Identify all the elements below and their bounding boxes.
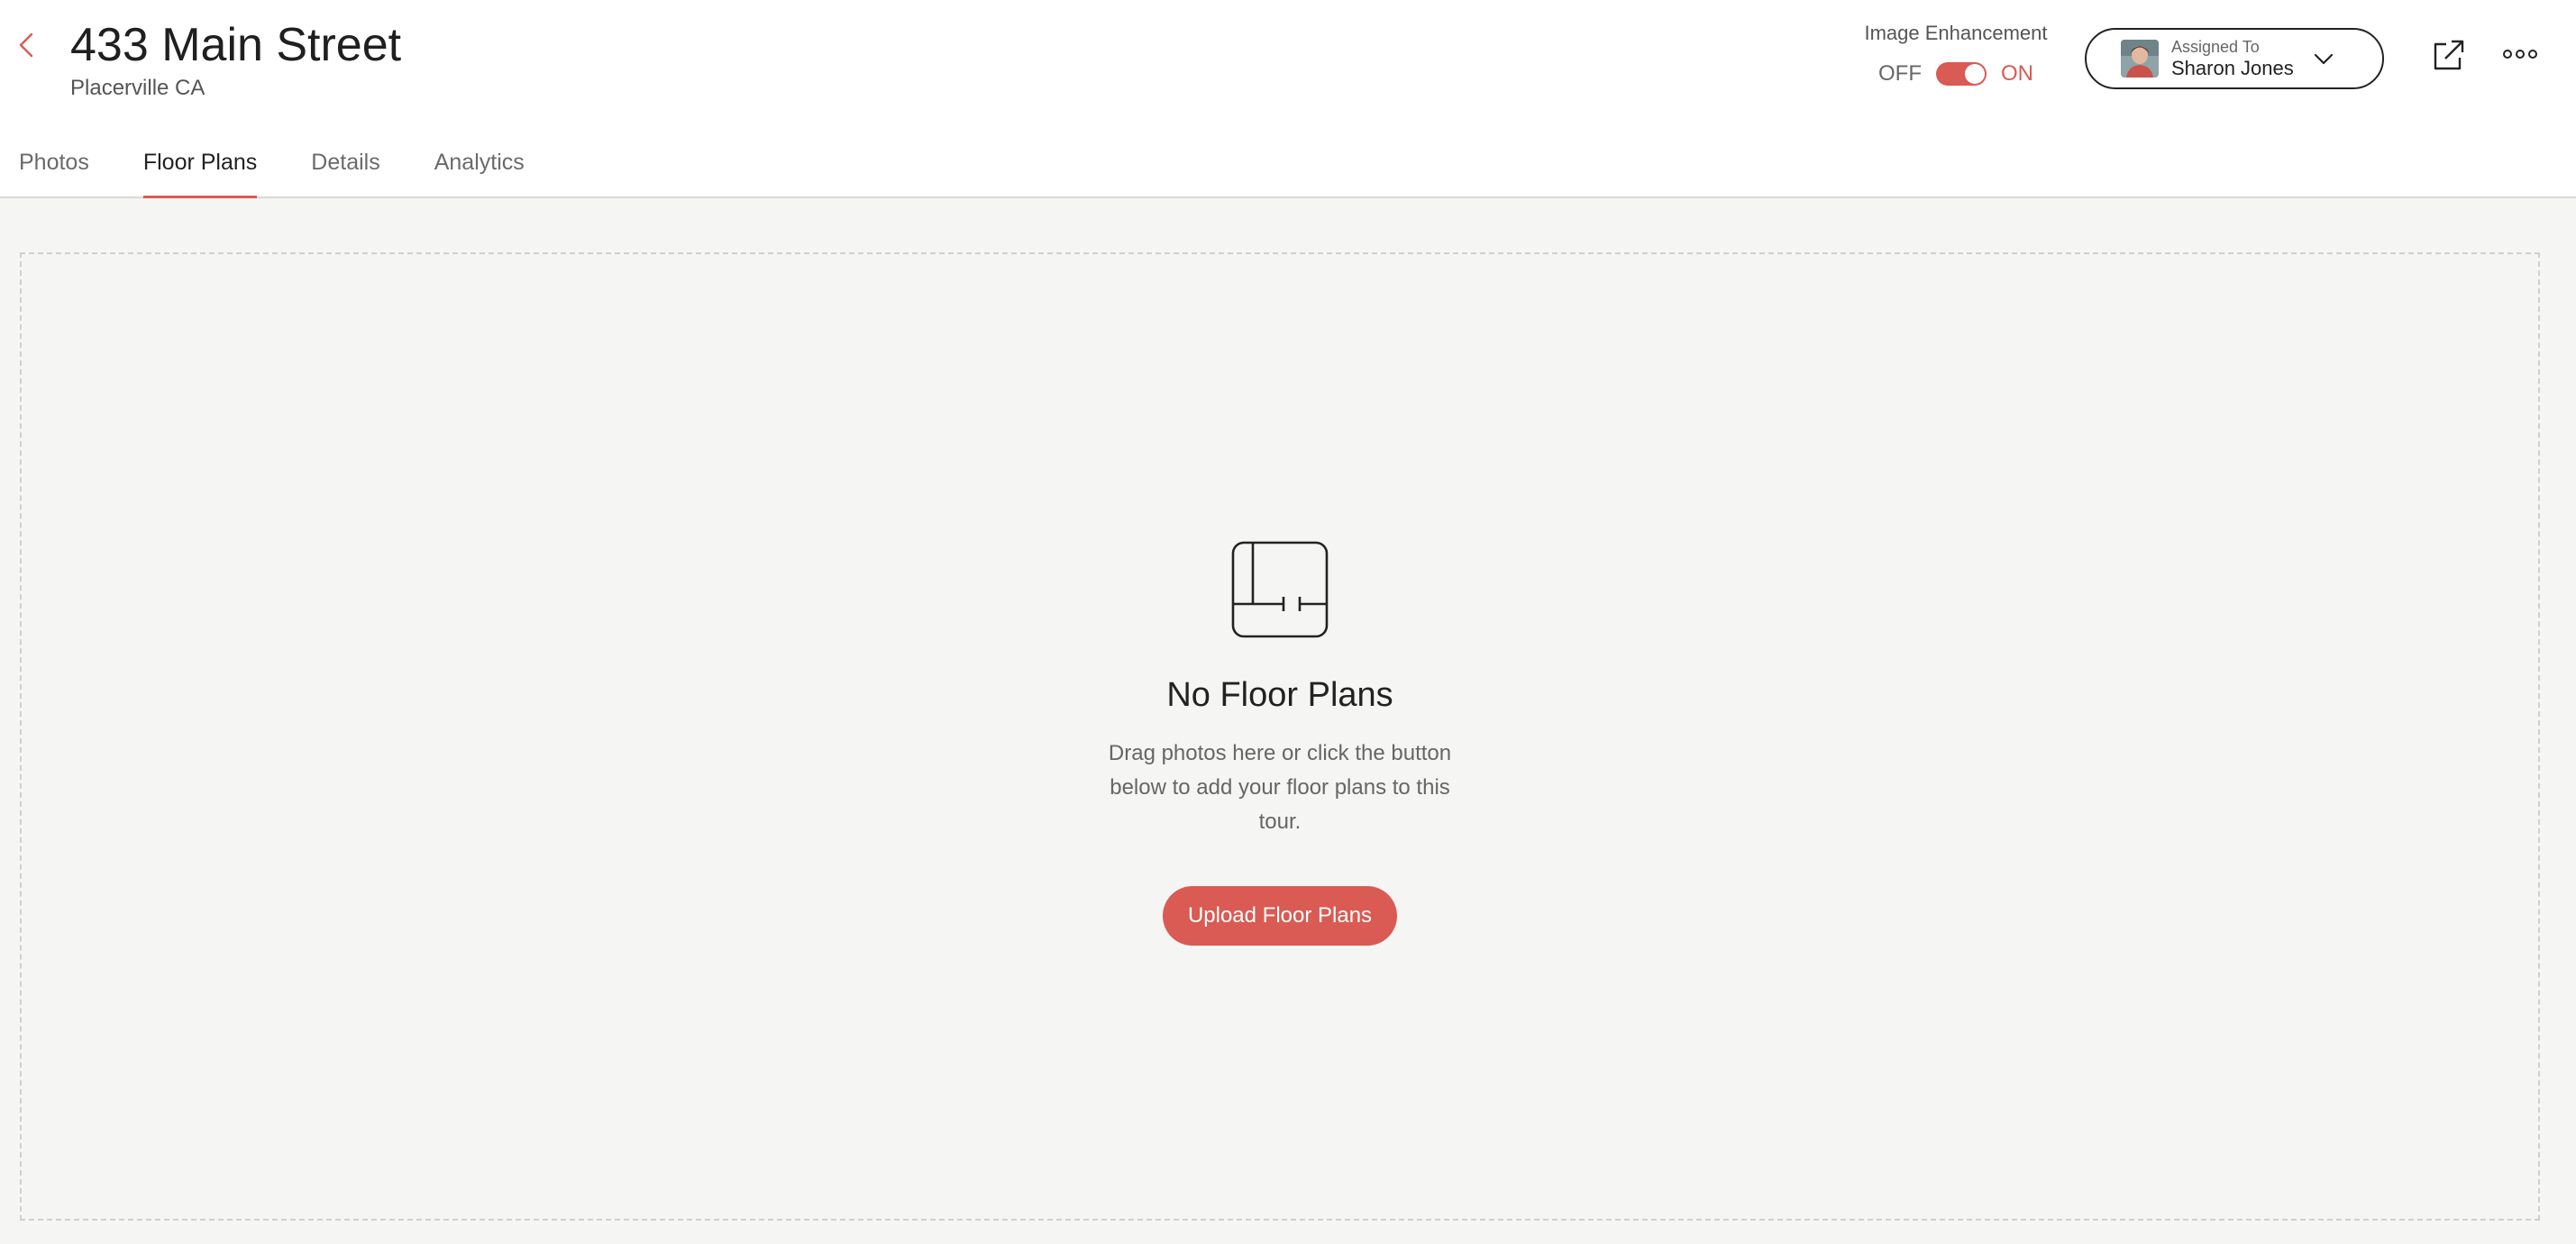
page-title: 433 Main Street xyxy=(70,19,402,71)
image-enhancement-toggle-row: OFF ON xyxy=(1857,61,2055,87)
upload-floor-plans-button[interactable]: Upload Floor Plans xyxy=(1162,886,1398,946)
empty-state-title: No Floor Plans xyxy=(1166,676,1393,714)
tab-floor-plans[interactable]: Floor Plans xyxy=(142,135,258,198)
empty-state-description: Drag photos here or click the button bel… xyxy=(1108,741,1452,834)
image-enhancement-control: Image Enhancement OFF ON xyxy=(1857,22,2055,87)
external-link-icon xyxy=(2434,40,2464,70)
more-button[interactable] xyxy=(2502,43,2538,65)
chevron-left-icon xyxy=(19,32,33,58)
image-enhancement-toggle[interactable] xyxy=(1936,62,1987,86)
avatar xyxy=(2121,40,2159,78)
floor-plan-icon xyxy=(1231,541,1329,638)
tab-details[interactable]: Details xyxy=(311,135,379,197)
page-subtitle: Placerville CA xyxy=(70,76,206,100)
more-horizontal-icon xyxy=(2503,50,2537,59)
tab-bar: Photos Floor Plans Details Analytics xyxy=(0,135,560,198)
empty-state: No Floor Plans Drag photos here or click… xyxy=(22,541,2538,946)
external-link-button[interactable] xyxy=(2430,38,2466,74)
title-block: 433 Main Street Placerville CA xyxy=(70,16,401,101)
tab-photos[interactable]: Photos xyxy=(19,135,89,197)
back-button[interactable] xyxy=(13,27,40,63)
chevron-down-icon xyxy=(2314,53,2334,65)
image-enhancement-label: Image Enhancement xyxy=(1864,22,2048,44)
toggle-on-label: ON xyxy=(2001,61,2033,86)
page-header: 433 Main Street Placerville CA Image Enh… xyxy=(0,0,2576,198)
assignee-name: Sharon Jones xyxy=(2171,56,2294,79)
assignee-dropdown[interactable]: Assigned To Sharon Jones xyxy=(2085,28,2384,89)
toggle-knob xyxy=(1965,64,1985,84)
assignee-caption: Assigned To xyxy=(2171,38,2260,56)
floor-plan-dropzone[interactable]: No Floor Plans Drag photos here or click… xyxy=(20,252,2540,1221)
tab-analytics[interactable]: Analytics xyxy=(434,135,525,197)
toggle-off-label: OFF xyxy=(1878,61,1922,86)
assignee-text: Assigned To Sharon Jones xyxy=(2171,38,2294,79)
